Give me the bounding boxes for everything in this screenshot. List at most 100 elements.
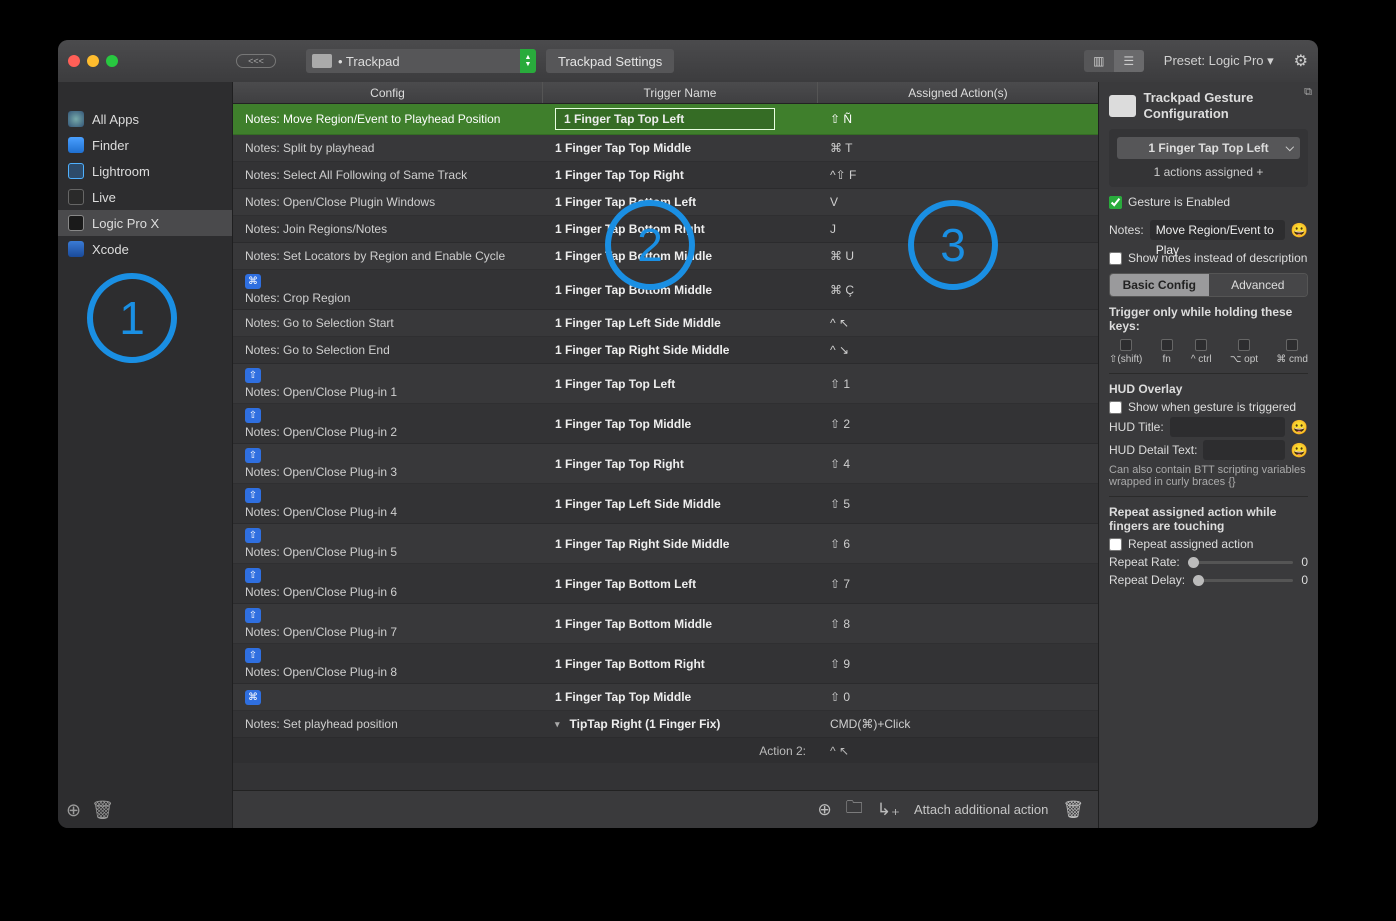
config-note: Notes: Set playhead position <box>245 717 531 731</box>
assigned-action: ⌘ Ç <box>818 279 1098 301</box>
trackpad-icon <box>1109 95 1136 117</box>
assigned-action: ⇧ 5 <box>818 493 1098 515</box>
show-notes-checkbox[interactable]: Show notes instead of description <box>1109 251 1308 265</box>
table-row[interactable]: ⇧Notes: Open/Close Plug-in 21 Finger Tap… <box>233 404 1098 444</box>
table-row[interactable]: Notes: Split by playhead1 Finger Tap Top… <box>233 135 1098 162</box>
hud-show-checkbox[interactable]: Show when gesture is triggered <box>1109 400 1308 414</box>
trigger-name: 1 Finger Tap Right Side Middle <box>555 537 729 551</box>
tab-basic-config[interactable]: Basic Config <box>1110 274 1209 296</box>
repeat-delay-slider[interactable] <box>1193 579 1293 582</box>
trackpad-settings-button[interactable]: Trackpad Settings <box>546 49 674 73</box>
modifier-key-toggle[interactable]: fn <box>1161 339 1173 365</box>
back-button[interactable]: <<< <box>236 54 276 68</box>
assigned-action: ^ ↖ <box>818 312 1098 334</box>
trigger-name: TipTap Right (1 Finger Fix) <box>570 717 721 731</box>
table-row[interactable]: Notes: Select All Following of Same Trac… <box>233 162 1098 189</box>
trigger-name-edit[interactable]: 1 Finger Tap Top Left <box>555 108 775 130</box>
modifier-badge: ⇧ <box>245 488 261 503</box>
emoji-picker-icon[interactable]: 😀 <box>1291 419 1308 436</box>
table-row[interactable]: Notes: Move Region/Event to Playhead Pos… <box>233 104 1098 135</box>
modifier-badge: ⇧ <box>245 408 261 423</box>
sidebar-item-logic-pro-x[interactable]: Logic Pro X <box>58 210 232 236</box>
table-row[interactable]: ⇧Notes: Open/Close Plug-in 71 Finger Tap… <box>233 604 1098 644</box>
assigned-action: ⇧ Ñ <box>818 108 1098 130</box>
add-trigger-button[interactable]: ⊕ <box>818 800 832 820</box>
trigger-name: 1 Finger Tap Left Side Middle <box>555 497 721 511</box>
preset-dropdown[interactable]: Preset: Logic Pro ▾ <box>1164 53 1274 69</box>
trigger-name: 1 Finger Tap Top Left <box>555 377 675 391</box>
header-config[interactable]: Config <box>233 82 543 103</box>
notes-field[interactable]: Move Region/Event to Play <box>1150 220 1285 240</box>
table-row[interactable]: ⇧Notes: Open/Close Plug-in 81 Finger Tap… <box>233 644 1098 684</box>
assigned-action: ⇧ 2 <box>818 413 1098 435</box>
app-window: <<< • Trackpad ▲▼ Trackpad Settings ▥ ☰ … <box>58 40 1318 828</box>
repeat-action-checkbox[interactable]: Repeat assigned action <box>1109 537 1308 551</box>
hud-section-title: HUD Overlay <box>1109 382 1308 396</box>
tab-advanced[interactable]: Advanced <box>1209 274 1308 296</box>
table-row[interactable]: ⇧Notes: Open/Close Plug-in 61 Finger Tap… <box>233 564 1098 604</box>
table-row[interactable]: Notes: Set playhead position ▾ TipTap Righ… <box>233 711 1098 738</box>
table-row[interactable]: ⌘Notes: Crop Region1 Finger Tap Bottom M… <box>233 270 1098 310</box>
list-view-icon[interactable]: ☰ <box>1114 50 1144 72</box>
gear-icon[interactable]: ⚙ <box>1294 51 1308 71</box>
modifier-badge: ⇧ <box>245 608 261 623</box>
modifier-badge: ⌘ <box>245 690 261 705</box>
table-row[interactable]: Notes: Go to Selection Start1 Finger Tap… <box>233 310 1098 337</box>
view-mode-segment[interactable]: ▥ ☰ <box>1084 50 1144 72</box>
sidebar-item-label: Logic Pro X <box>92 216 159 231</box>
assigned-action: ^⇧ F <box>818 164 1098 186</box>
action-subrow[interactable]: Action 2:^ ↖ <box>233 738 1098 763</box>
sidebar-item-all-apps[interactable]: All Apps <box>58 106 232 132</box>
emoji-picker-icon[interactable]: 😀 <box>1291 442 1308 459</box>
table-row[interactable]: Notes: Open/Close Plugin Windows1 Finger… <box>233 189 1098 216</box>
config-tabs[interactable]: Basic Config Advanced <box>1109 273 1308 297</box>
attach-action-icon[interactable]: ↳₊ <box>877 800 900 820</box>
delete-trigger-button[interactable]: 🗑 <box>1062 800 1084 820</box>
config-note: Notes: Open/Close Plug-in 2 <box>245 425 531 439</box>
emoji-picker-icon[interactable]: 😀 <box>1291 222 1308 239</box>
device-dropdown[interactable]: • Trackpad ▲▼ <box>306 49 536 73</box>
config-note: Notes: Select All Following of Same Trac… <box>245 168 531 182</box>
sidebar-item-xcode[interactable]: Xcode <box>58 236 232 262</box>
modifier-key-toggle[interactable]: ⇧(shift) <box>1109 339 1142 365</box>
modifier-key-toggle[interactable]: ⌘ cmd <box>1276 339 1308 365</box>
repeat-rate-slider[interactable] <box>1188 561 1294 564</box>
modifier-key-toggle[interactable]: ⌥ opt <box>1230 339 1258 365</box>
sidebar-item-finder[interactable]: Finder <box>58 132 232 158</box>
hud-title-field[interactable] <box>1170 417 1285 437</box>
table-row[interactable]: Notes: Go to Selection End1 Finger Tap R… <box>233 337 1098 364</box>
sidebar-item-live[interactable]: Live <box>58 184 232 210</box>
traffic-lights[interactable] <box>68 55 118 67</box>
gesture-dropdown[interactable]: 1 Finger Tap Top Left <box>1117 137 1300 159</box>
add-app-button[interactable]: ⊕ <box>66 800 81 821</box>
trigger-name: 1 Finger Tap Bottom Middle <box>555 617 712 631</box>
delete-app-button[interactable]: 🗑 <box>91 800 114 821</box>
config-note: Notes: Crop Region <box>245 291 531 305</box>
bottom-toolbar: ⊕ 🗀 ↳₊ Attach additional action 🗑 <box>233 790 1098 828</box>
table-row[interactable]: ⌘1 Finger Tap Top Middle⇧ 0 <box>233 684 1098 711</box>
config-note: Notes: Open/Close Plug-in 8 <box>245 665 531 679</box>
table-row[interactable]: ⇧Notes: Open/Close Plug-in 31 Finger Tap… <box>233 444 1098 484</box>
table-row[interactable]: Notes: Join Regions/Notes1 Finger Tap Bo… <box>233 216 1098 243</box>
trigger-name: 1 Finger Tap Left Side Middle <box>555 316 721 330</box>
header-trigger[interactable]: Trigger Name <box>543 82 818 103</box>
columns-view-icon[interactable]: ▥ <box>1084 50 1114 72</box>
table-row[interactable]: ⇧Notes: Open/Close Plug-in 11 Finger Tap… <box>233 364 1098 404</box>
actions-assigned-label[interactable]: 1 actions assigned + <box>1117 165 1300 179</box>
gesture-enabled-checkbox[interactable]: Gesture is Enabled <box>1109 195 1308 209</box>
device-dropdown-label: • Trackpad <box>338 54 400 69</box>
disclosure-triangle-icon[interactable]: ▾ <box>555 719 560 730</box>
modifier-badge: ⇧ <box>245 648 261 663</box>
table-row[interactable]: Notes: Set Locators by Region and Enable… <box>233 243 1098 270</box>
attach-action-label[interactable]: Attach additional action <box>914 802 1048 817</box>
header-action[interactable]: Assigned Action(s) <box>818 82 1098 103</box>
table-row[interactable]: ⇧Notes: Open/Close Plug-in 41 Finger Tap… <box>233 484 1098 524</box>
folder-add-icon[interactable]: 🗀 <box>846 795 863 824</box>
table-row[interactable]: ⇧Notes: Open/Close Plug-in 51 Finger Tap… <box>233 524 1098 564</box>
sidebar-item-label: Live <box>92 190 116 205</box>
hud-detail-field[interactable] <box>1203 440 1284 460</box>
popout-icon[interactable]: ⧉ <box>1304 86 1312 99</box>
trigger-name: 1 Finger Tap Top Middle <box>555 690 691 704</box>
sidebar-item-lightroom[interactable]: Lightroom <box>58 158 232 184</box>
modifier-key-toggle[interactable]: ^ ctrl <box>1191 339 1212 365</box>
